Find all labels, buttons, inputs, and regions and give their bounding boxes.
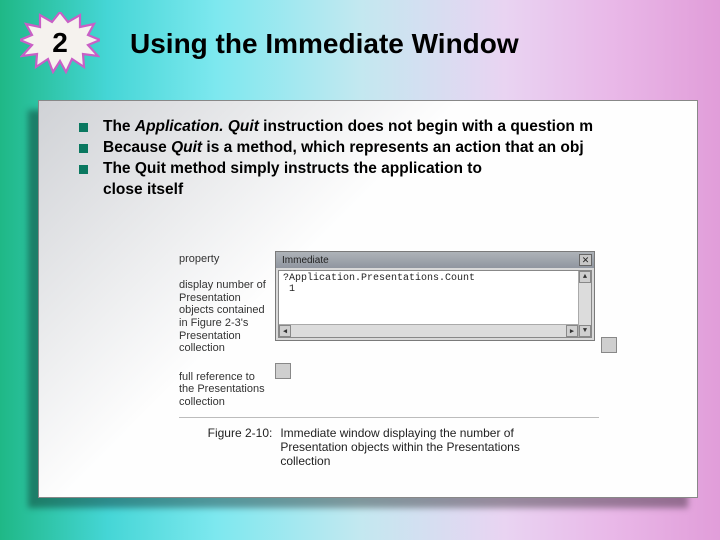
bullet-emphasis: Application. Quit <box>135 118 259 135</box>
scroll-down-icon[interactable]: ▼ <box>579 325 591 337</box>
bullet-list: The Application. Quit instruction does n… <box>79 117 697 201</box>
close-icon[interactable]: ✕ <box>579 254 592 266</box>
starburst-number: 2 <box>52 27 68 59</box>
figure-label-property: property <box>179 251 269 265</box>
bullet-text: close itself <box>103 181 183 198</box>
horizontal-scrollbar[interactable]: ◀ ▶ <box>279 324 578 337</box>
figure-caption-text: Immediate window displaying the number o… <box>280 426 570 468</box>
immediate-result-line: 1 <box>283 284 587 295</box>
immediate-window: Immediate ✕ ?Application.Presentations.C… <box>275 251 595 341</box>
immediate-code-line: ?Application.Presentations.Count <box>283 273 587 284</box>
slide-title: Using the Immediate Window <box>130 28 519 60</box>
scroll-up-icon[interactable]: ▲ <box>579 271 591 283</box>
bullet-emphasis: Quit <box>171 139 202 156</box>
immediate-title-text: Immediate <box>282 255 329 266</box>
scroll-left-icon[interactable]: ◀ <box>279 325 291 337</box>
immediate-body[interactable]: ?Application.Presentations.Count 1 ▲ ▼ ◀… <box>278 270 592 338</box>
bullet-item: The Quit method simply instructs the app… <box>79 159 697 201</box>
callout-marker <box>275 363 291 379</box>
bullet-text: The Quit method simply instructs the app… <box>103 160 482 177</box>
figure-label-display: display number of Presentation objects c… <box>179 269 269 355</box>
scroll-right-icon[interactable]: ▶ <box>566 325 578 337</box>
figure: property display number of Presentation … <box>179 251 644 468</box>
callout-marker <box>601 337 617 353</box>
bullet-text: is a method, which represents an action … <box>202 139 584 156</box>
starburst-badge: 2 <box>20 12 100 74</box>
figure-number: Figure 2-10: <box>208 426 273 468</box>
figure-label-fullref: full reference to the Presentations coll… <box>179 359 269 409</box>
bullet-item: Because Quit is a method, which represen… <box>79 138 697 159</box>
vertical-scrollbar[interactable]: ▲ ▼ <box>578 271 591 337</box>
immediate-titlebar: Immediate ✕ <box>276 252 594 268</box>
figure-caption: Figure 2-10: Immediate window displaying… <box>179 426 599 468</box>
bullet-item: The Application. Quit instruction does n… <box>79 117 697 138</box>
bullet-text: instruction does not begin with a questi… <box>259 118 593 135</box>
content-panel: The Application. Quit instruction does n… <box>38 100 698 498</box>
bullet-text: The <box>103 118 135 135</box>
bullet-text: Because <box>103 139 171 156</box>
figure-divider <box>179 417 599 418</box>
